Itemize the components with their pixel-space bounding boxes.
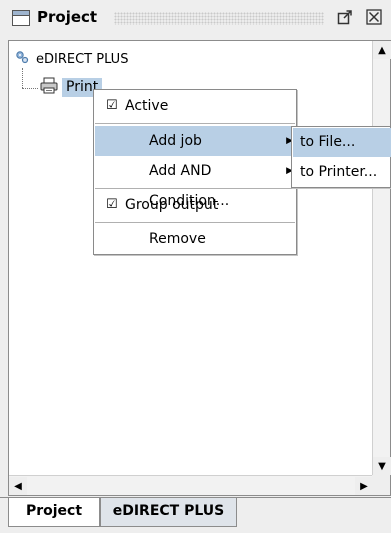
add-job-submenu: to File... to Printer... — [291, 126, 391, 188]
window-icon — [12, 10, 30, 26]
menu-item-add-job[interactable]: Add job ▶ — [95, 126, 295, 156]
close-icon[interactable] — [366, 9, 382, 25]
drag-grip[interactable] — [114, 12, 324, 25]
tab-bar: Project eDIRECT PLUS — [0, 497, 391, 533]
tree-root-label: eDIRECT PLUS — [36, 51, 129, 67]
title-bar[interactable]: Project — [0, 0, 391, 34]
checkbox-icon: ☑ — [106, 197, 118, 212]
submenu-item-to-file[interactable]: to File... — [293, 128, 391, 157]
menu-item-add-and-condition[interactable]: Add AND Condition... ▶ — [95, 156, 295, 209]
tree-node-root[interactable]: eDIRECT PLUS — [15, 50, 128, 68]
project-window: Project eDIRECT PLUS Print ▲ ▼ ◀ ▶ Proje… — [0, 0, 391, 533]
menu-item-group-output[interactable]: ☑ Group output — [95, 190, 295, 220]
tree-connector — [22, 68, 23, 88]
menu-separator — [95, 188, 295, 189]
tab-edirect-plus[interactable]: eDIRECT PLUS — [100, 498, 237, 527]
menu-item-active[interactable]: ☑ Active — [95, 91, 295, 121]
undock-icon[interactable] — [337, 9, 353, 25]
menu-separator — [95, 222, 295, 223]
checkbox-icon: ☑ — [106, 98, 118, 113]
tree-connector — [22, 88, 38, 89]
context-menu: ☑ Active Add job ▶ Add AND Condition... … — [93, 89, 297, 255]
scrollbar-corner — [372, 475, 390, 495]
menu-separator — [95, 123, 295, 124]
scroll-left-icon[interactable]: ◀ — [9, 477, 27, 495]
horizontal-scrollbar[interactable]: ◀ ▶ — [9, 475, 373, 495]
gears-icon — [15, 50, 29, 68]
scroll-right-icon[interactable]: ▶ — [355, 477, 373, 495]
window-title: Project — [37, 8, 98, 26]
scroll-down-icon[interactable]: ▼ — [373, 457, 391, 475]
vertical-scrollbar[interactable]: ▲ ▼ — [372, 41, 391, 475]
scroll-up-icon[interactable]: ▲ — [373, 41, 391, 59]
submenu-item-to-printer[interactable]: to Printer... — [293, 158, 391, 187]
menu-item-remove[interactable]: Remove — [95, 224, 295, 254]
tab-project[interactable]: Project — [8, 498, 100, 527]
printer-icon — [40, 77, 58, 98]
